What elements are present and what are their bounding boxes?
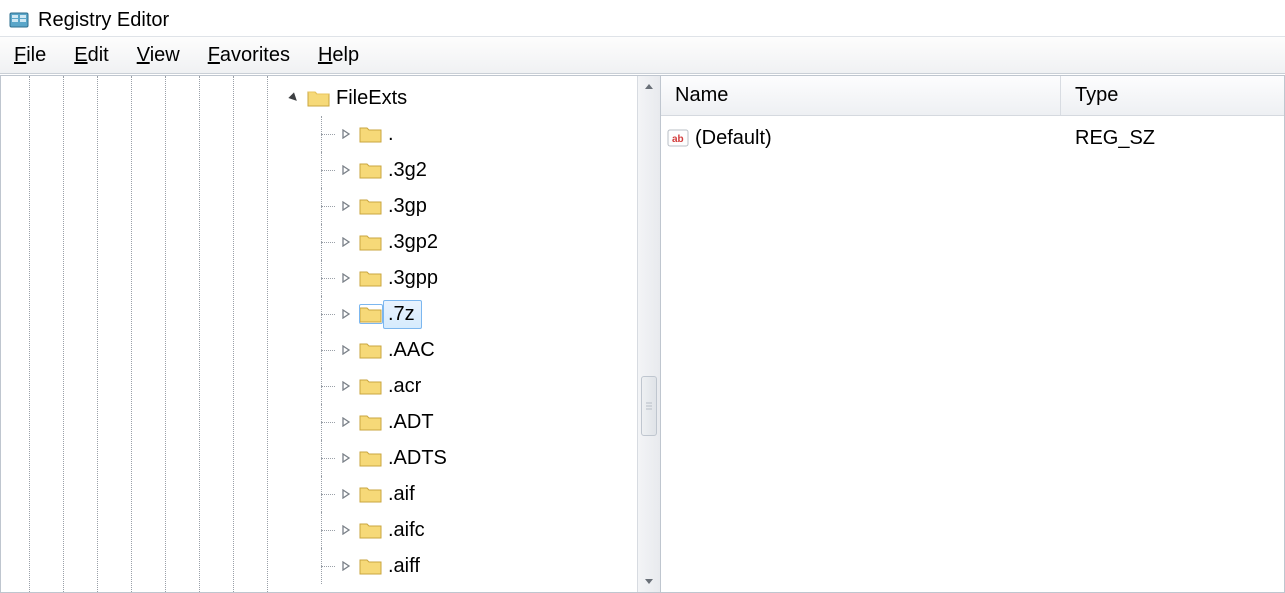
tree-node-label: .ADTS xyxy=(383,444,454,473)
tree-connector xyxy=(321,188,339,224)
folder-icon xyxy=(359,484,383,504)
expand-collapse-icon[interactable] xyxy=(339,307,353,321)
tree-node[interactable]: .aifc xyxy=(287,512,454,548)
folder-icon xyxy=(359,520,383,540)
tree-node[interactable]: .3gp xyxy=(287,188,454,224)
folder-icon xyxy=(359,448,383,468)
expand-collapse-icon[interactable] xyxy=(339,235,353,249)
tree-node-label: .ADT xyxy=(383,408,441,437)
tree-node[interactable]: .AAC xyxy=(287,332,454,368)
expand-collapse-icon[interactable] xyxy=(339,127,353,141)
menu-file[interactable]: File xyxy=(14,44,46,67)
tree-node-label: .acr xyxy=(383,372,428,401)
regedit-icon xyxy=(8,9,30,31)
tree-connector xyxy=(321,224,339,260)
folder-icon xyxy=(359,556,383,576)
folder-icon xyxy=(307,88,331,108)
tree-children-container: . .3g2 .3gp .3gp2 xyxy=(287,116,454,584)
menu-favorites[interactable]: Favorites xyxy=(208,44,290,67)
tree-node-label: . xyxy=(383,120,401,149)
column-header-type[interactable]: Type xyxy=(1061,76,1284,115)
svg-text:ab: ab xyxy=(672,134,684,145)
column-header-name[interactable]: Name xyxy=(661,76,1061,115)
expand-collapse-icon[interactable] xyxy=(339,415,353,429)
tree-node[interactable]: .ADTS xyxy=(287,440,454,476)
tree-node-label: .3g2 xyxy=(383,156,434,185)
tree-node-label: .3gp2 xyxy=(383,228,445,257)
scroll-down-icon[interactable] xyxy=(638,570,660,592)
tree-node[interactable]: .7z xyxy=(287,296,454,332)
vertical-scrollbar[interactable] xyxy=(637,76,660,592)
tree-node[interactable]: .3gp2 xyxy=(287,224,454,260)
expand-collapse-icon[interactable] xyxy=(339,523,353,537)
tree-connector xyxy=(321,548,339,584)
table-row[interactable]: ab (Default) REG_SZ xyxy=(661,122,1284,154)
folder-icon xyxy=(359,376,383,396)
menu-help[interactable]: Help xyxy=(318,44,359,67)
tree-node-label: .aifc xyxy=(383,516,432,545)
folder-icon xyxy=(359,304,383,324)
tree-node-label: FileExts xyxy=(331,84,414,113)
window-title: Registry Editor xyxy=(38,9,169,32)
menu-edit[interactable]: Edit xyxy=(74,44,108,67)
tree-node-label: .AAC xyxy=(383,336,442,365)
main-area: FileExts . .3g2 .3gp xyxy=(0,74,1285,593)
expand-collapse-icon[interactable] xyxy=(339,451,353,465)
string-value-icon: ab xyxy=(661,128,695,148)
tree-node[interactable]: . xyxy=(287,116,454,152)
tree-node[interactable]: .3g2 xyxy=(287,152,454,188)
tree-node-label: .aif xyxy=(383,480,422,509)
tree: FileExts . .3g2 .3gp xyxy=(287,80,454,584)
tree-connector xyxy=(321,260,339,296)
folder-icon xyxy=(359,160,383,180)
titlebar: Registry Editor xyxy=(0,0,1285,36)
folder-icon xyxy=(359,412,383,432)
tree-node[interactable]: .3gpp xyxy=(287,260,454,296)
tree-connector xyxy=(321,512,339,548)
expand-collapse-icon[interactable] xyxy=(339,163,353,177)
scroll-up-icon[interactable] xyxy=(638,76,660,98)
tree-connector xyxy=(321,476,339,512)
value-type: REG_SZ xyxy=(1061,127,1155,150)
menubar: File Edit View Favorites Help xyxy=(0,36,1285,74)
tree-node-label: .3gpp xyxy=(383,264,445,293)
tree-panel: FileExts . .3g2 .3gp xyxy=(0,75,660,593)
expand-collapse-icon[interactable] xyxy=(339,487,353,501)
expand-collapse-icon[interactable] xyxy=(287,91,301,105)
folder-icon xyxy=(359,268,383,288)
tree-connector xyxy=(321,368,339,404)
menu-view[interactable]: View xyxy=(137,44,180,67)
expand-collapse-icon[interactable] xyxy=(339,199,353,213)
expand-collapse-icon[interactable] xyxy=(339,379,353,393)
tree-connector xyxy=(321,404,339,440)
tree-connector xyxy=(321,332,339,368)
folder-icon xyxy=(359,232,383,252)
tree-node[interactable]: .aiff xyxy=(287,548,454,584)
tree-connector xyxy=(321,296,339,332)
tree-node-fileexts[interactable]: FileExts xyxy=(287,80,454,116)
tree-connector xyxy=(321,152,339,188)
expand-collapse-icon[interactable] xyxy=(339,343,353,357)
folder-icon xyxy=(359,196,383,216)
expand-collapse-icon[interactable] xyxy=(339,271,353,285)
tree-node-label: .3gp xyxy=(383,192,434,221)
tree-connector xyxy=(321,440,339,476)
tree-node-label: .7z xyxy=(383,300,422,329)
tree-connector xyxy=(321,116,339,152)
values-rows: ab (Default) REG_SZ xyxy=(661,116,1284,154)
scrollbar-thumb[interactable] xyxy=(641,376,657,436)
tree-node[interactable]: .ADT xyxy=(287,404,454,440)
folder-icon xyxy=(359,340,383,360)
tree-node[interactable]: .aif xyxy=(287,476,454,512)
values-panel: Name Type ab (Default) REG_SZ xyxy=(660,75,1285,593)
tree-node[interactable]: .acr xyxy=(287,368,454,404)
tree-node-label: .aiff xyxy=(383,552,427,581)
folder-icon xyxy=(359,124,383,144)
expand-collapse-icon[interactable] xyxy=(339,559,353,573)
value-name: (Default) xyxy=(695,127,1061,150)
column-headers: Name Type xyxy=(661,76,1284,116)
